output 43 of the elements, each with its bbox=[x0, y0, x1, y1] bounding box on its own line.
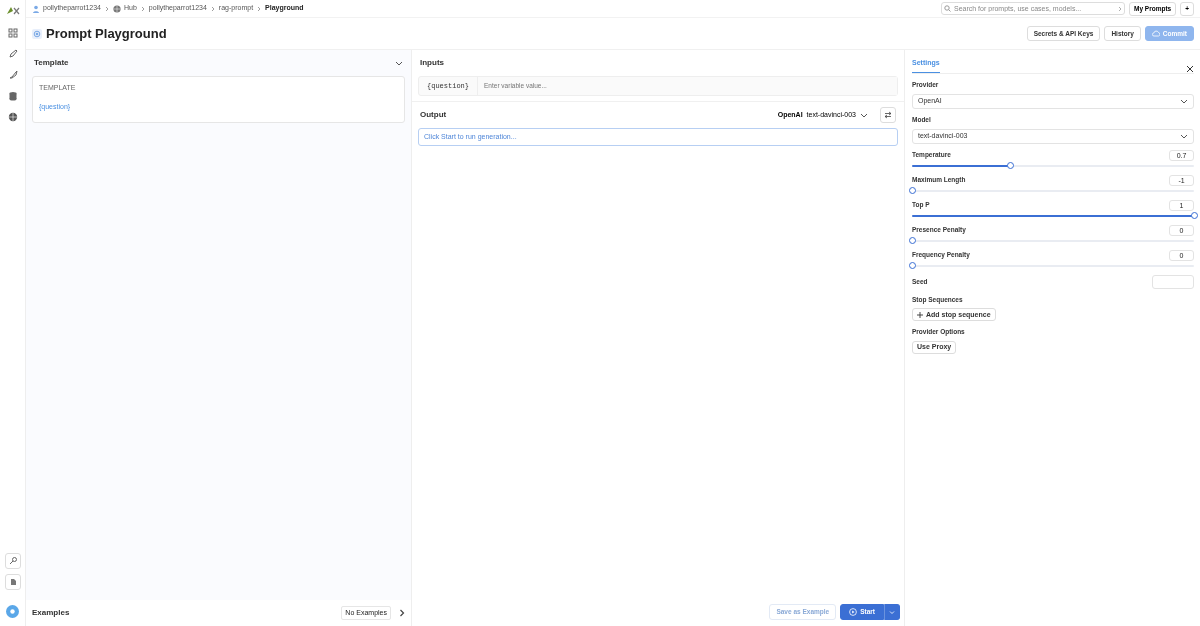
globe-icon[interactable] bbox=[7, 112, 18, 122]
slider-thumb[interactable] bbox=[1007, 162, 1015, 169]
play-icon bbox=[849, 608, 858, 616]
chevron-right-icon bbox=[210, 5, 215, 12]
document-icon bbox=[8, 578, 17, 586]
chevron-down-icon bbox=[888, 608, 896, 616]
swap-icon bbox=[884, 111, 892, 119]
plus-icon bbox=[917, 311, 923, 318]
close-icon[interactable] bbox=[1186, 65, 1194, 73]
page-title: Prompt Playground bbox=[46, 25, 167, 42]
chevron-right-icon bbox=[1118, 5, 1122, 12]
chevron-down-icon[interactable] bbox=[395, 59, 403, 67]
chevron-down-icon bbox=[1180, 132, 1188, 140]
slider-thumb[interactable] bbox=[908, 237, 916, 244]
person-icon bbox=[32, 4, 40, 13]
dropdown-toggle-button[interactable] bbox=[884, 604, 900, 620]
chevron-right-icon bbox=[257, 5, 262, 12]
pencil-icon[interactable] bbox=[7, 49, 18, 59]
section-heading: Template bbox=[34, 57, 69, 69]
chevron-right-icon[interactable] bbox=[399, 609, 405, 617]
slider-thumb[interactable] bbox=[908, 262, 916, 269]
database-icon[interactable] bbox=[7, 91, 18, 101]
swap-button[interactable] bbox=[880, 107, 896, 123]
globe-icon bbox=[113, 4, 121, 13]
slider-thumb[interactable] bbox=[1190, 212, 1198, 219]
target-icon bbox=[32, 28, 42, 39]
grid-icon[interactable] bbox=[7, 28, 18, 38]
slider-track[interactable] bbox=[912, 164, 1194, 167]
chevron-down-icon bbox=[860, 111, 868, 119]
section-heading: Inputs bbox=[420, 57, 444, 69]
key-icon-button[interactable] bbox=[4, 553, 21, 569]
logo-icon bbox=[5, 6, 20, 15]
slider-thumb[interactable] bbox=[908, 187, 916, 194]
seed-field[interactable] bbox=[1152, 274, 1194, 289]
cloud-upload-icon bbox=[1151, 30, 1160, 37]
chevron-right-icon bbox=[140, 5, 145, 12]
chevron-right-icon bbox=[105, 5, 109, 12]
section-heading: Examples bbox=[32, 607, 70, 619]
chevron-down-icon bbox=[1180, 97, 1188, 105]
section-heading: Output bbox=[420, 109, 447, 121]
document-icon-button[interactable] bbox=[4, 574, 21, 590]
search-icon bbox=[944, 5, 951, 12]
avatar-icon[interactable] bbox=[6, 605, 19, 618]
